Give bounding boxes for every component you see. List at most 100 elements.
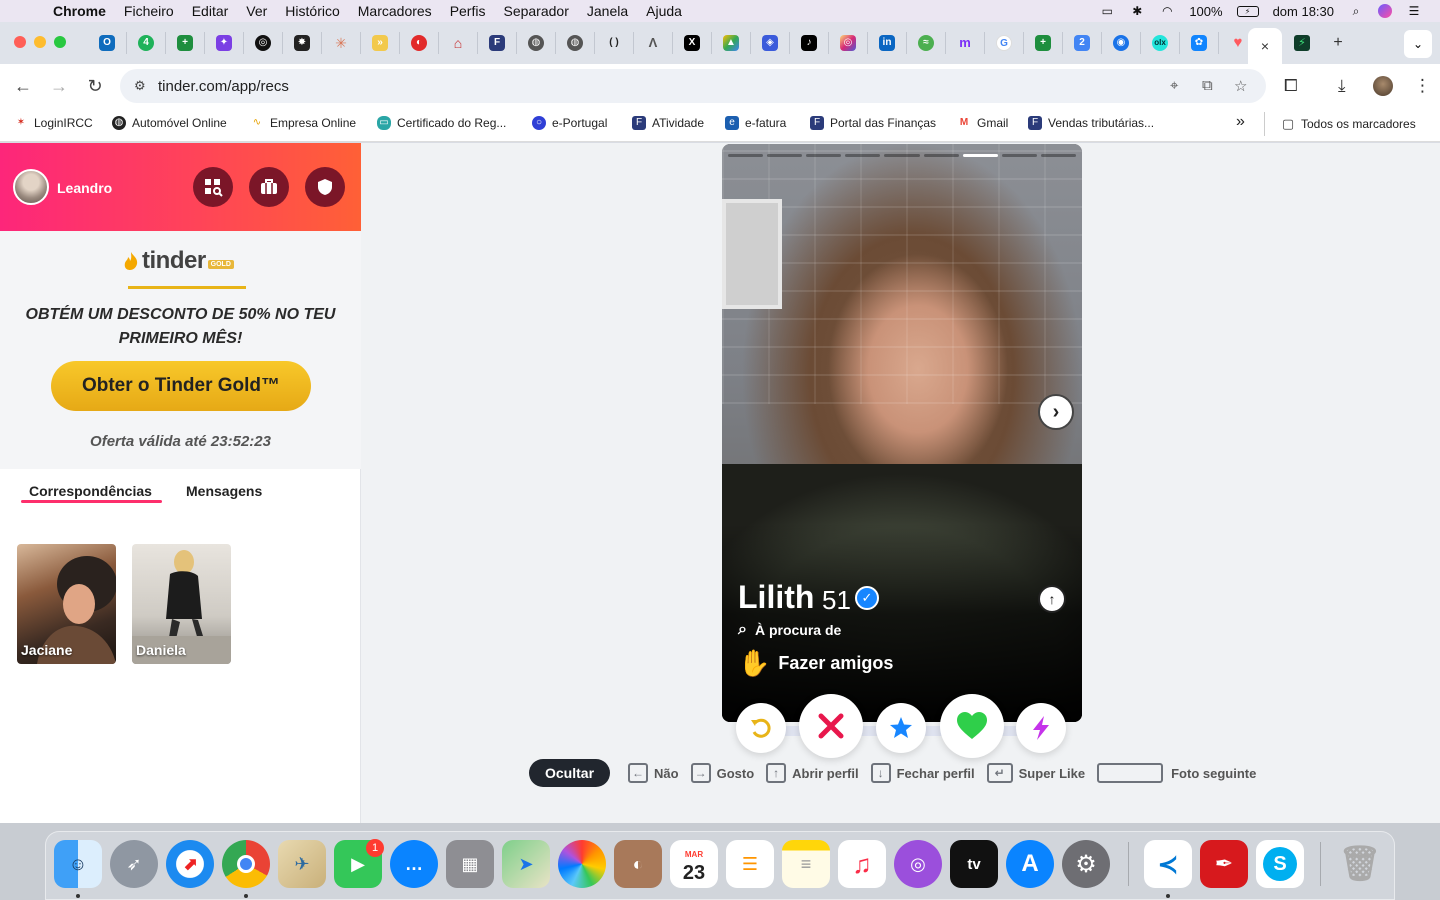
tab-financas[interactable]: F — [478, 32, 517, 54]
tab-brackets[interactable]: ( ) — [595, 32, 634, 54]
match-card-daniela[interactable]: Daniela — [132, 544, 231, 664]
tab-google[interactable]: G — [985, 32, 1024, 54]
contacts-icon[interactable]: ◐ — [614, 840, 662, 888]
bookmark-empresa[interactable]: ∿ Empresa Online — [250, 116, 356, 130]
chrome-profile-avatar[interactable] — [1373, 76, 1393, 96]
extensions-icon[interactable]: ⧠ — [1284, 76, 1298, 96]
tab-leaf-app[interactable]: ≈ — [907, 32, 946, 54]
menu-ajuda[interactable]: Ajuda — [646, 3, 682, 19]
chrome-icon[interactable] — [222, 840, 270, 888]
finder-icon[interactable]: ☺ — [54, 840, 102, 888]
maximize-window-icon[interactable] — [54, 36, 66, 48]
bookmark-eportugal[interactable]: ○ e-Portugal — [532, 116, 607, 130]
back-button[interactable]: ← — [12, 75, 34, 97]
new-tab-button[interactable]: + — [1328, 33, 1348, 53]
bookmark-automovel[interactable]: ◍ Automóvel Online — [112, 116, 227, 130]
match-card-jaciane[interactable]: Jaciane — [17, 544, 116, 664]
bookmark-star-icon[interactable]: ☆ — [1234, 77, 1247, 95]
tab-bank[interactable]: ⌂ — [439, 32, 478, 54]
battery-icon[interactable]: ⚡ — [1236, 5, 1259, 17]
calculator-icon[interactable]: ▦ — [446, 840, 494, 888]
messages-icon[interactable]: … — [390, 840, 438, 888]
photos-icon[interactable] — [558, 840, 606, 888]
wifi-icon[interactable]: ◠ — [1159, 4, 1175, 18]
tab-a-app[interactable]: Λ — [634, 32, 673, 54]
tab-shield-app[interactable]: ◈ — [751, 32, 790, 54]
bookmark-certificado[interactable]: ▭ Certificado do Reg... — [377, 116, 506, 130]
menu-editar[interactable]: Editar — [192, 3, 229, 19]
open-profile-button[interactable]: ↑ — [1038, 585, 1066, 613]
music-icon[interactable]: ♫ — [838, 840, 886, 888]
tab-dark-app[interactable]: ✸ — [283, 32, 322, 54]
vscode-icon[interactable]: ≺ — [1144, 840, 1192, 888]
bookmark-gmail[interactable]: M Gmail — [957, 116, 1009, 130]
tab-openai[interactable]: ◎ — [244, 32, 283, 54]
bookmark-loginircc[interactable]: ✶ LoginIRCC — [14, 116, 93, 130]
apple-tv-icon[interactable]: tv — [950, 840, 998, 888]
boost-button[interactable] — [1016, 703, 1066, 753]
active-tab-close-button[interactable]: × — [1248, 28, 1282, 64]
acrobat-icon[interactable]: ✒ — [1200, 840, 1248, 888]
menu-perfis[interactable]: Perfis — [450, 3, 486, 19]
location-icon[interactable]: ⌖ — [1170, 77, 1178, 94]
reload-button[interactable]: ↻ — [84, 75, 106, 97]
menu-separador[interactable]: Separador — [503, 3, 568, 19]
menu-app-name[interactable]: Chrome — [53, 3, 106, 19]
menu-ver[interactable]: Ver — [246, 3, 267, 19]
tab-linkedin[interactable]: in — [868, 32, 907, 54]
tab-calendar[interactable]: 2 — [1063, 32, 1102, 54]
rewind-button[interactable] — [736, 703, 786, 753]
menu-historico[interactable]: Histórico — [285, 3, 339, 19]
forward-button[interactable]: → — [48, 75, 70, 97]
skype-icon[interactable]: S — [1256, 840, 1304, 888]
url-text[interactable]: tinder.com/app/recs — [158, 78, 289, 95]
screen-mirror-icon[interactable]: ▭ — [1099, 4, 1115, 18]
trash-icon[interactable]: 🗑 — [1336, 840, 1384, 888]
tab-green-app[interactable]: 4 — [127, 32, 166, 54]
nope-button[interactable] — [799, 694, 863, 758]
tab-yellow-app[interactable]: » — [361, 32, 400, 54]
spotlight-search-icon[interactable]: ⌕ — [1348, 4, 1364, 18]
tab-instagram[interactable]: ◎ — [829, 32, 868, 54]
super-like-button[interactable] — [876, 703, 926, 753]
more-bookmarks-button[interactable]: » — [1236, 113, 1245, 131]
preview-icon[interactable]: ✈ — [278, 840, 326, 888]
tab-red-app[interactable]: ◐ — [400, 32, 439, 54]
bluetooth-icon[interactable]: ✱ — [1129, 4, 1145, 18]
tab-globe-2[interactable]: ◍ — [556, 32, 595, 54]
control-center-icon[interactable]: ☰ — [1406, 4, 1422, 18]
bookmark-atividade[interactable]: F ATividade — [632, 116, 704, 130]
bookmark-efatura[interactable]: e e-fatura — [725, 116, 786, 130]
tab-sheets[interactable]: + — [166, 32, 205, 54]
address-bar[interactable]: ⚙ tinder.com/app/recs ⌖ ⧉ ☆ — [120, 69, 1266, 103]
tab-messages[interactable]: Mensagens — [186, 483, 262, 499]
user-avatar[interactable] — [13, 169, 49, 205]
close-window-icon[interactable] — [14, 36, 26, 48]
tab-blue-app[interactable]: ◉ — [1102, 32, 1141, 54]
tab-outlook[interactable]: O — [88, 32, 127, 54]
install-app-icon[interactable]: ⧉ — [1202, 77, 1213, 94]
tab-purple-app[interactable]: ✦ — [205, 32, 244, 54]
profile-card[interactable]: › Lilith 51 ✓ ↑ ⌕ À procura de ✋ Fazer a… — [722, 144, 1082, 722]
tab-drive[interactable]: ▲ — [712, 32, 751, 54]
tab-tiktok[interactable]: ♪ — [790, 32, 829, 54]
like-button[interactable] — [940, 694, 1004, 758]
menubar-clock[interactable]: dom 18:30 — [1273, 4, 1334, 19]
menu-janela[interactable]: Janela — [587, 3, 628, 19]
menu-ficheiro[interactable]: Ficheiro — [124, 3, 174, 19]
tab-sheets-2[interactable]: + — [1024, 32, 1063, 54]
app-store-icon[interactable]: A — [1006, 840, 1054, 888]
hide-shortcuts-button[interactable]: Ocultar — [529, 759, 611, 787]
explore-button[interactable] — [193, 167, 233, 207]
launchpad-icon[interactable]: ➶ — [110, 840, 158, 888]
tab-claude[interactable]: ✳ — [322, 32, 361, 54]
next-photo-button[interactable]: › — [1038, 394, 1074, 430]
user-name[interactable]: Leandro — [57, 180, 112, 196]
get-tinder-gold-button[interactable]: Obter o Tinder Gold™ — [51, 361, 311, 411]
notes-icon[interactable]: ≡ — [782, 840, 830, 888]
system-settings-icon[interactable]: ⚙ — [1062, 840, 1110, 888]
chrome-menu-icon[interactable]: ⋮ — [1414, 76, 1431, 96]
safety-button[interactable] — [305, 167, 345, 207]
bookmark-vendas[interactable]: F Vendas tributárias... — [1028, 116, 1154, 130]
bookmark-portal-financas[interactable]: F Portal das Finanças — [810, 116, 936, 130]
